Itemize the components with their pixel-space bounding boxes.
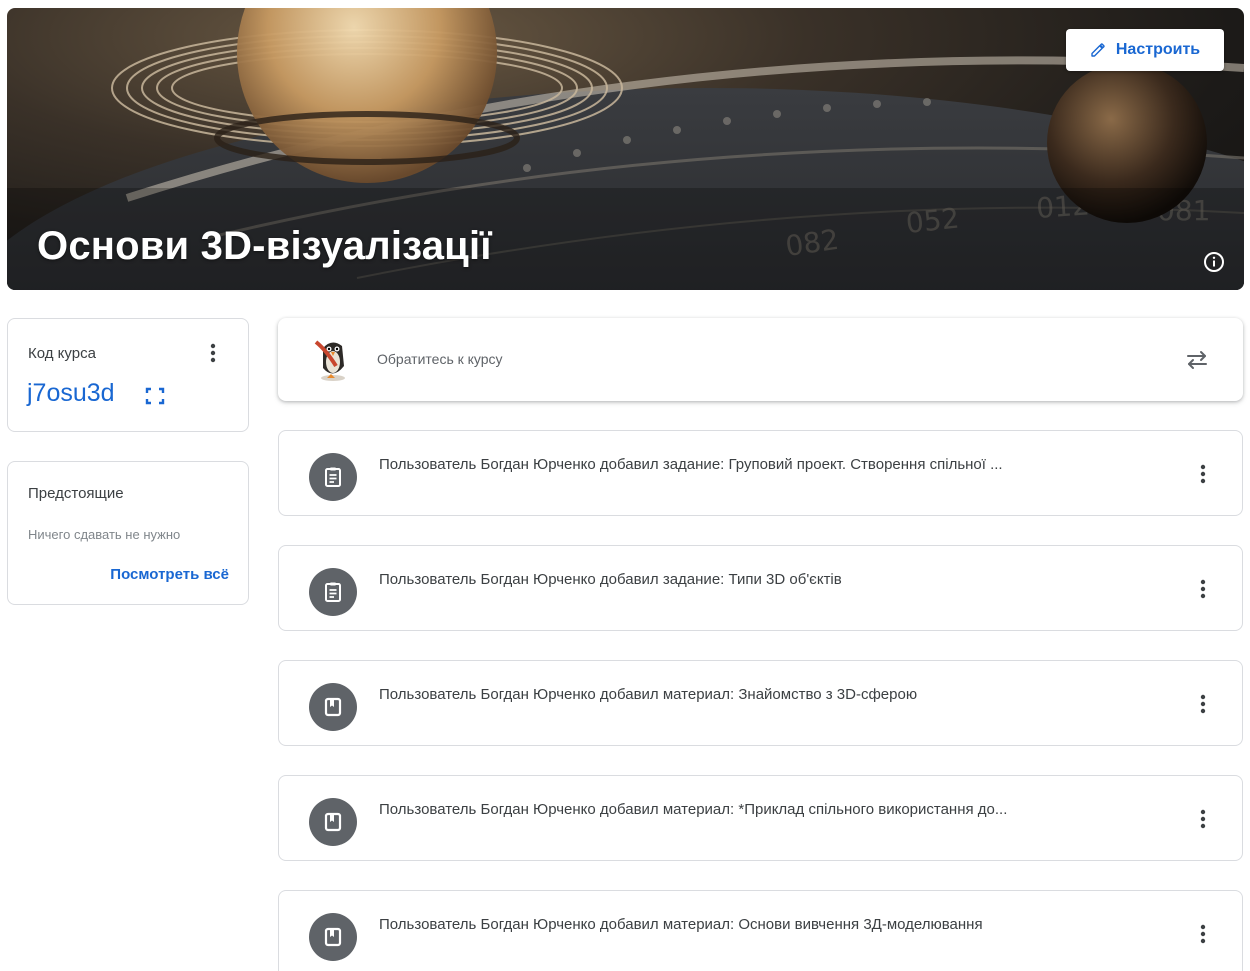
post-text: Пользователь Богдан Юрченко добавил зада… (379, 571, 842, 588)
class-code-title: Код курса (28, 345, 96, 362)
more-vert-icon[interactable] (1194, 922, 1212, 946)
material-icon (309, 683, 357, 731)
fullscreen-icon[interactable] (145, 387, 165, 405)
stream-post[interactable]: Пользователь Богдан Юрченко добавил зада… (278, 545, 1243, 631)
customize-button[interactable]: Настроить (1066, 29, 1224, 71)
more-vert-icon[interactable] (1194, 577, 1212, 601)
stream-post[interactable]: Пользователь Богдан Юрченко добавил мате… (278, 660, 1243, 746)
material-icon (309, 798, 357, 846)
more-vert-icon[interactable] (1194, 692, 1212, 716)
upcoming-empty-text: Ничего сдавать не нужно (28, 527, 181, 542)
post-text: Пользователь Богдан Юрченко добавил мате… (379, 686, 918, 703)
stream-post[interactable]: Пользователь Богдан Юрченко добавил мате… (278, 775, 1243, 861)
post-text: Пользователь Богдан Юрченко добавил мате… (379, 801, 1008, 818)
post-text: Пользователь Богдан Юрченко добавил зада… (379, 456, 1003, 473)
info-icon[interactable] (1203, 251, 1225, 273)
post-text: Пользователь Богдан Юрченко добавил мате… (379, 916, 983, 933)
assignment-icon (309, 453, 357, 501)
material-icon (309, 913, 357, 961)
pencil-icon (1091, 43, 1105, 57)
upcoming-title: Предстоящие (28, 485, 124, 502)
assignment-icon (309, 568, 357, 616)
upcoming-card: Предстоящие Ничего сдавать не нужно Посм… (7, 461, 249, 605)
announcement-placeholder[interactable]: Обратитесь к курсу (377, 351, 503, 367)
view-all-link[interactable]: Посмотреть всё (110, 566, 229, 583)
repost-icon[interactable] (1184, 347, 1210, 373)
avatar (314, 340, 345, 381)
course-title: Основи 3D-візуалізації (37, 224, 492, 268)
class-code-card: Код курса j7osu3d (7, 318, 249, 432)
customize-button-label: Настроить (1115, 41, 1201, 58)
class-code-value: j7osu3d (27, 379, 115, 407)
more-vert-icon[interactable] (1194, 462, 1212, 486)
more-vert-icon[interactable] (1194, 807, 1212, 831)
stream-post[interactable]: Пользователь Богдан Юрченко добавил зада… (278, 430, 1243, 516)
more-vert-icon[interactable] (204, 341, 222, 365)
announcement-box[interactable]: Обратитесь к курсу (278, 318, 1243, 401)
stream-post[interactable]: Пользователь Богдан Юрченко добавил мате… (278, 890, 1243, 971)
course-banner: 082 052 012 081 Основи 3D-візуалізації Н… (7, 8, 1244, 290)
